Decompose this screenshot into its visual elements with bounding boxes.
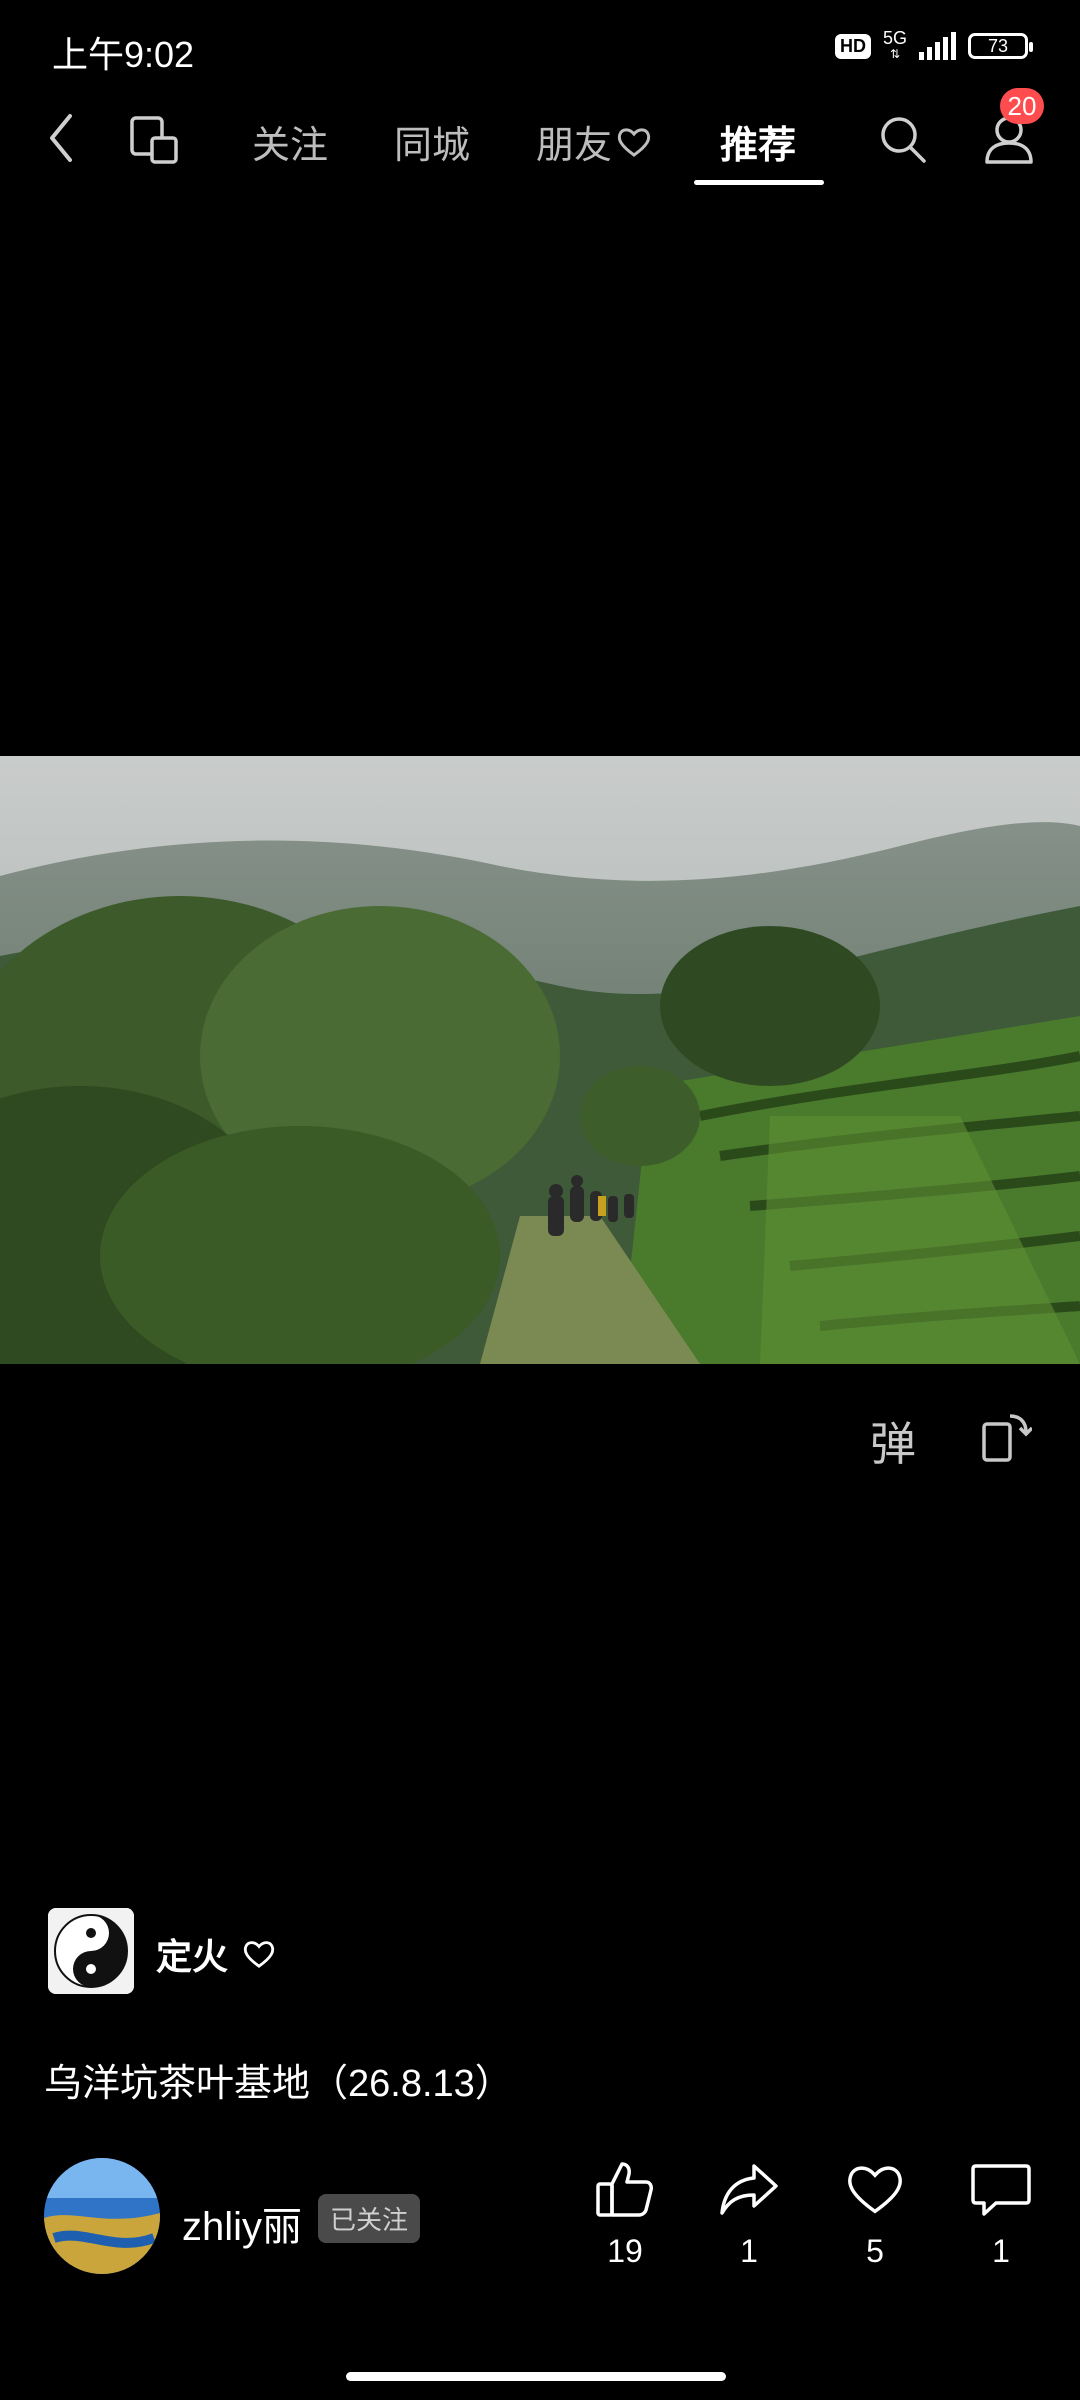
source-avatar[interactable] (48, 1908, 134, 1994)
yin-yang-icon (48, 1908, 134, 1994)
notification-badge: 20 (1000, 88, 1044, 124)
post-caption: 乌洋坑茶叶基地（26.8.13） (44, 2063, 513, 2105)
source-name-row[interactable]: 定火 (156, 1928, 276, 1980)
tab-friends[interactable]: 朋友 (536, 114, 652, 169)
like-button[interactable]: 19 (580, 2158, 670, 2270)
video-player[interactable] (0, 756, 1080, 1364)
network-label: 5G (882, 28, 907, 48)
tab-nearby[interactable]: 同城 (394, 114, 470, 169)
home-indicator[interactable] (346, 2372, 726, 2381)
rotate-screen-icon[interactable] (980, 1410, 1034, 1469)
search-icon[interactable] (878, 114, 928, 171)
tab-recommended[interactable]: 推荐 (720, 114, 796, 169)
share-count: 1 (740, 2233, 758, 2269)
user-avatar[interactable] (44, 2158, 160, 2274)
comment-button[interactable]: 1 (956, 2158, 1046, 2270)
user-name[interactable]: zhliy丽 (182, 2194, 302, 2252)
thumbs-up-icon (596, 2162, 653, 2217)
screen-cast-icon[interactable] (128, 114, 180, 171)
like-count: 19 (607, 2233, 643, 2269)
battery-icon: 73 (968, 33, 1033, 59)
back-icon[interactable] (46, 112, 76, 169)
heart-icon (243, 1941, 275, 1968)
follow-status-badge[interactable]: 已关注 (318, 2194, 421, 2243)
avatar-image (44, 2158, 160, 2274)
hd-icon: HD (834, 33, 871, 59)
signal-icon (919, 32, 956, 60)
favorite-count: 5 (866, 2233, 884, 2269)
network-icon: 5G ⇅ (882, 28, 907, 61)
tab-following[interactable]: 关注 (252, 114, 328, 169)
heart-icon (848, 2166, 902, 2214)
share-button[interactable]: 1 (704, 2158, 794, 2270)
active-tab-indicator (694, 180, 824, 185)
comment-icon (971, 2164, 1031, 2216)
source-name: 定火 (156, 1936, 229, 1977)
video-frame-image (0, 756, 1080, 1364)
status-time: 上午9:02 (52, 34, 195, 75)
share-icon (720, 2164, 778, 2215)
heart-icon (617, 127, 651, 157)
favorite-button[interactable]: 5 (830, 2158, 920, 2270)
danmaku-toggle[interactable]: 弹 (870, 1408, 916, 1474)
status-icons: HD 5G ⇅ 73 (834, 28, 1033, 62)
battery-level: 73 (987, 35, 1009, 56)
comment-count: 1 (992, 2233, 1010, 2269)
tab-friends-label: 朋友 (536, 125, 613, 167)
